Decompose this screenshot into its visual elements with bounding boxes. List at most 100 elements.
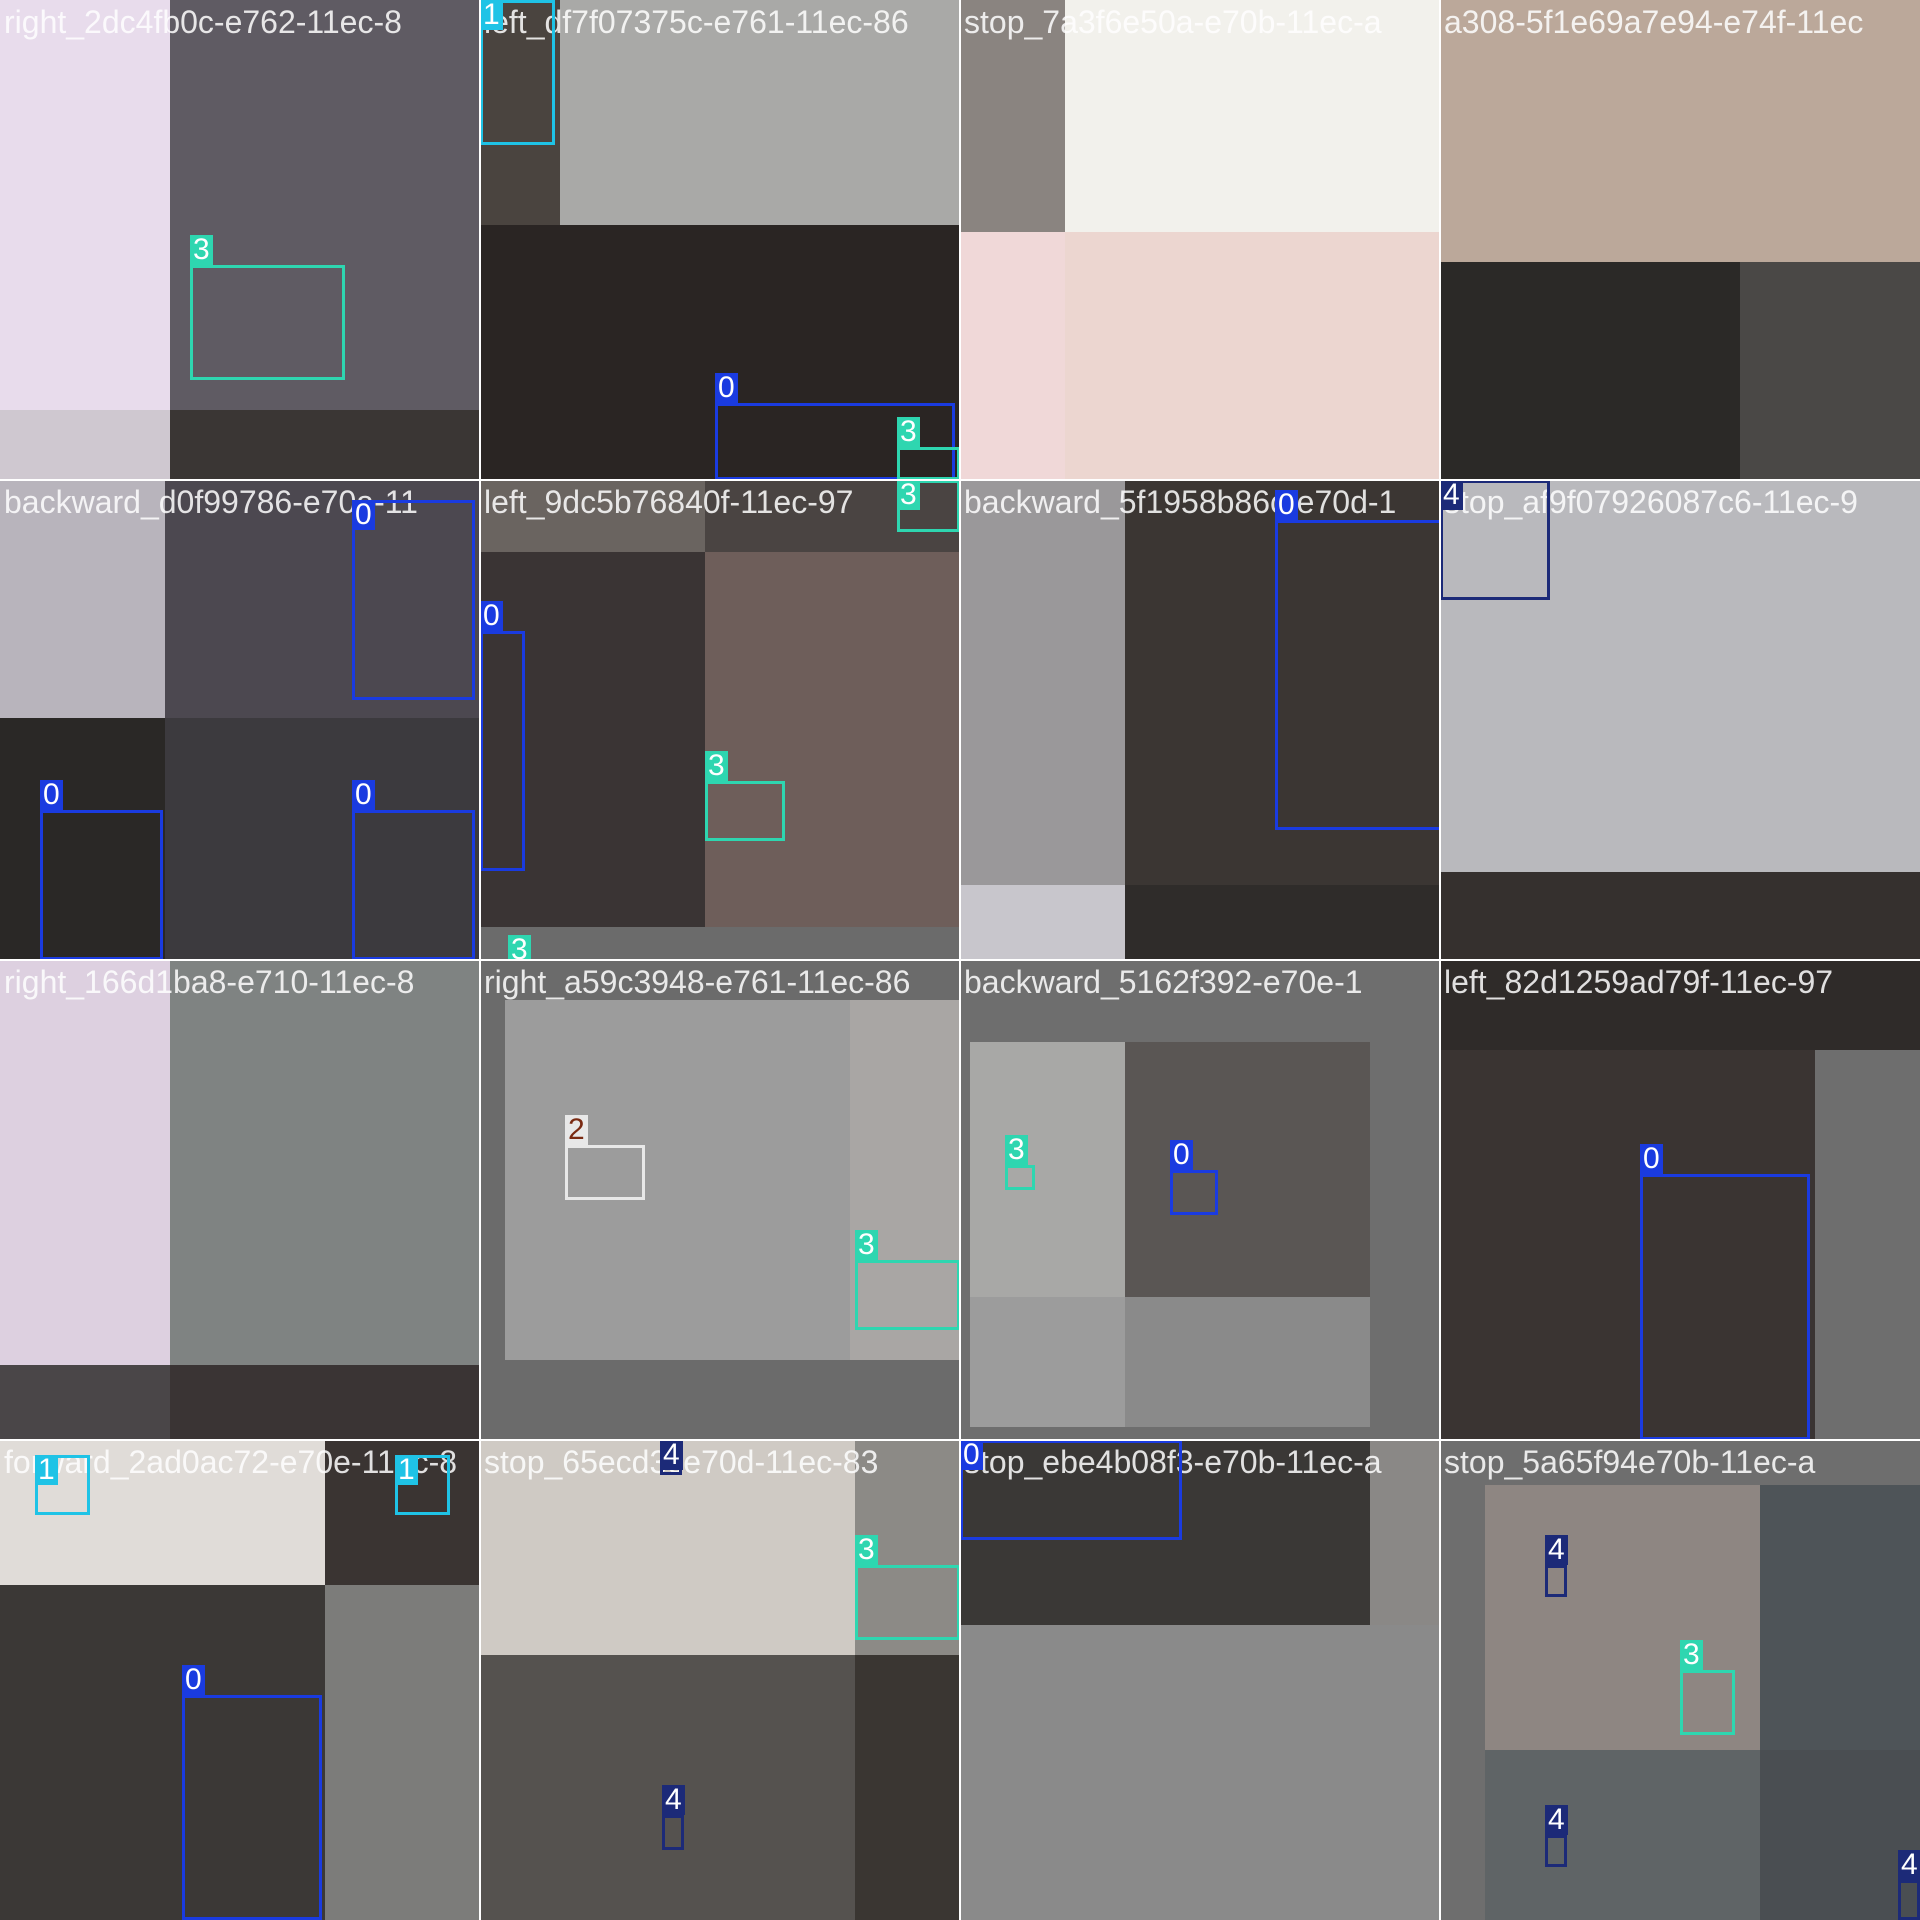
photo-panel	[0, 0, 170, 410]
photo-panel	[970, 1297, 1125, 1427]
mosaic-tile: stop_ebe4b08f3-e70b-11ec-a 0	[960, 1440, 1440, 1920]
detection-box: 4	[1545, 1805, 1568, 1867]
tile-filename-label: stop_7a3f6e50a-e70b-11ec-a	[964, 4, 1382, 40]
photo-panel	[970, 1042, 1125, 1297]
photo-panel	[0, 410, 170, 480]
class-id-tag: 0	[715, 373, 738, 403]
tile-filename-label: right_a59c3948-e761-11ec-86	[484, 964, 911, 1000]
detection-box: 0	[1170, 1140, 1218, 1215]
photo-panel	[1760, 1750, 1920, 1920]
photo-panel	[0, 960, 170, 1365]
mosaic-tile: backward_5162f392-e70e-1 3 0	[960, 960, 1440, 1440]
class-id-tag: 0	[960, 1440, 983, 1470]
detection-box: 0	[182, 1665, 322, 1920]
detection-box: 4	[662, 1785, 685, 1850]
class-id-tag: 0	[1275, 490, 1298, 520]
class-id-tag: 0	[352, 780, 375, 810]
class-id-tag: 1	[395, 1455, 418, 1485]
tile-filename-label: stop_5a65f94e70b-11ec-a	[1444, 1444, 1816, 1480]
class-id-tag: 3	[190, 235, 213, 265]
detection-box: 0	[352, 780, 475, 960]
mosaic-tile: backward_5f1958b86c-e70d-1 0	[960, 480, 1440, 960]
class-id-tag: 3	[897, 417, 920, 447]
photo-panel	[505, 1000, 850, 1360]
class-id-tag: 4	[1545, 1535, 1568, 1565]
detection-box: 3	[855, 1535, 960, 1640]
class-id-tag: 1	[35, 1455, 58, 1485]
class-id-tag: 4	[662, 1785, 685, 1815]
class-id-tag: 0	[1170, 1140, 1193, 1170]
detection-box: 1	[395, 1455, 450, 1515]
tile-filename-label: backward_5162f392-e70e-1	[964, 964, 1363, 1000]
detection-box: 4	[660, 1440, 683, 1475]
mosaic-tile: backward_d0f99786-e70a-11 0 0 0	[0, 480, 480, 960]
class-id-tag: 3	[897, 480, 920, 510]
photo-panel	[1125, 885, 1440, 960]
photo-panel	[1740, 262, 1920, 480]
class-id-tag: 3	[855, 1230, 878, 1260]
tile-filename-label: right_2dc4fb0c-e762-11ec-8	[4, 4, 402, 40]
grid-separator	[1439, 0, 1441, 1920]
detection-box: 2	[565, 1115, 645, 1200]
class-id-tag: 3	[1680, 1640, 1703, 1670]
detection-box: 3	[1005, 1135, 1035, 1190]
detection-box: 3	[897, 480, 960, 532]
photo-panel	[705, 552, 960, 927]
class-id-tag: 0	[1640, 1144, 1663, 1174]
class-id-tag: 0	[352, 500, 375, 530]
class-id-tag: 4	[1898, 1850, 1920, 1880]
mosaic-tile: a308-5f1e69a7e94-e74f-11ec	[1440, 0, 1920, 480]
mosaic-tile: left_82d1259ad79f-11ec-97 0	[1440, 960, 1920, 1440]
class-id-tag: 0	[182, 1665, 205, 1695]
photo-panel	[960, 480, 1125, 885]
mosaic-tile: stop_af9f07926087c6-11ec-9 4	[1440, 480, 1920, 960]
grid-separator	[0, 1439, 1920, 1441]
detection-box: 0	[960, 1440, 1182, 1540]
mosaic-tile: right_a59c3948-e761-11ec-86 2 3	[480, 960, 960, 1440]
photo-panel	[1440, 872, 1920, 960]
mosaic-tile: right_166d1ba8-e710-11ec-8	[0, 960, 480, 1440]
photo-panel	[1125, 1297, 1370, 1427]
class-id-tag: 3	[705, 751, 728, 781]
detection-box: 4	[1440, 480, 1550, 600]
grid-separator	[0, 959, 1920, 961]
photo-panel	[1760, 1485, 1920, 1750]
mosaic-tile: left_9dc5b76840f-11ec-97 3 0 3 3	[480, 480, 960, 960]
class-id-tag: 2	[565, 1115, 588, 1145]
class-id-tag: 3	[855, 1535, 878, 1565]
class-id-tag: 0	[40, 780, 63, 810]
photo-panel	[170, 1365, 480, 1440]
mosaic-tile: right_2dc4fb0c-e762-11ec-8 3	[0, 0, 480, 480]
class-id-tag: 1	[480, 0, 503, 30]
photo-panel	[170, 960, 480, 1365]
detection-box: 4	[1545, 1535, 1568, 1597]
detection-box: 0	[352, 500, 475, 700]
detection-box: 4	[1898, 1850, 1920, 1920]
detection-box: 3	[897, 417, 960, 480]
photo-panel	[855, 1655, 960, 1920]
mosaic-tile: stop_7a3f6e50a-e70b-11ec-a	[960, 0, 1440, 480]
photo-panel	[960, 1625, 1440, 1920]
photo-panel	[960, 885, 1125, 960]
detection-box: 1	[35, 1455, 90, 1515]
photo-panel	[0, 1365, 170, 1440]
augmentation-mosaic-grid: right_2dc4fb0c-e762-11ec-8 3 left_df7f0737…	[0, 0, 1920, 1920]
class-id-tag: 3	[1005, 1135, 1028, 1165]
photo-panel	[1125, 1042, 1370, 1297]
class-id-tag: 4	[1545, 1805, 1568, 1835]
class-id-tag: 4	[660, 1440, 683, 1470]
detection-box: 0	[480, 601, 525, 871]
detection-box: 1	[480, 0, 555, 145]
photo-panel	[170, 410, 480, 480]
detection-box: 3	[705, 751, 785, 841]
photo-panel	[1065, 232, 1440, 480]
detection-box: 3	[855, 1230, 960, 1330]
photo-panel	[325, 1585, 480, 1920]
class-id-tag: 3	[508, 935, 531, 960]
detection-box: 0	[40, 780, 163, 960]
mosaic-tile: stop_5a65f94e70b-11ec-a 4 3 4 4	[1440, 1440, 1920, 1920]
tile-filename-label: a308-5f1e69a7e94-e74f-11ec	[1444, 4, 1864, 40]
class-id-tag: 0	[480, 601, 503, 631]
class-id-tag: 4	[1440, 480, 1463, 510]
mosaic-tile: stop_65ecd3ce70d-11ec-83434	[480, 1440, 960, 1920]
